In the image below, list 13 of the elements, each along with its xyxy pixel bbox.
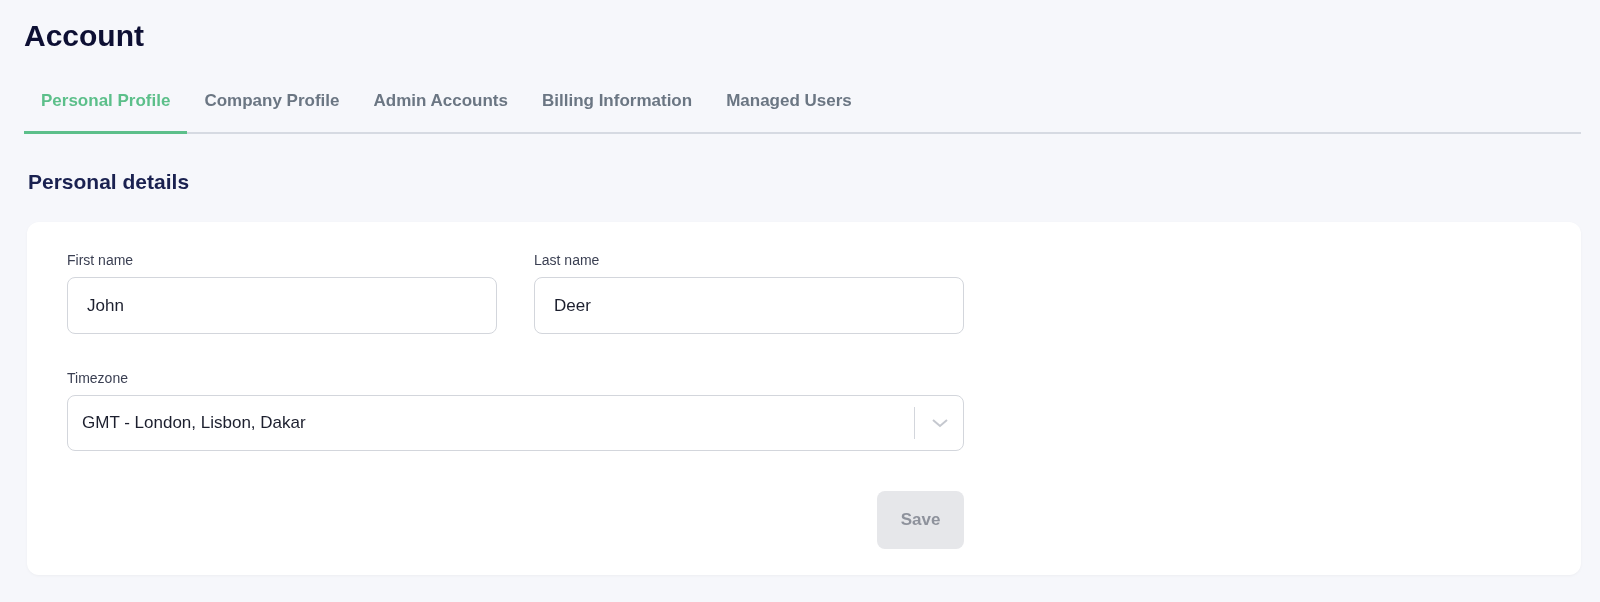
timezone-select[interactable]: GMT - London, Lisbon, Dakar [67, 395, 964, 451]
field-label: Last name [534, 252, 601, 268]
section-title: Personal details [28, 170, 191, 194]
field-label: Timezone [67, 370, 129, 386]
chevron-down-icon [931, 418, 949, 428]
tab[interactable]: Company Profile [187, 91, 357, 134]
tab[interactable]: Billing Information [524, 91, 710, 134]
tab[interactable]: Managed Users [709, 91, 869, 134]
input-field[interactable]: Deer [534, 277, 964, 334]
input-field[interactable]: John [67, 277, 497, 334]
page-title: Account [24, 18, 145, 54]
field-label: First name [67, 252, 135, 268]
tab[interactable]: Admin Accounts [356, 91, 525, 134]
